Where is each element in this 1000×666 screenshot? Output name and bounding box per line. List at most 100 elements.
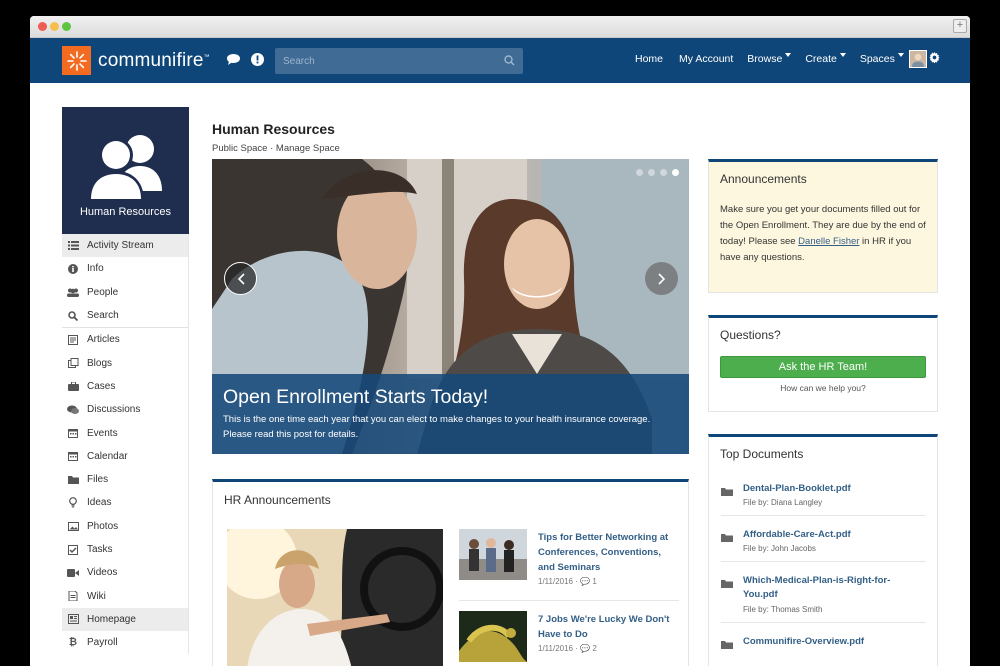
fullscreen-button[interactable]: +: [953, 19, 967, 33]
document-name[interactable]: Which-Medical-Plan-is-Right-for-You.pdf: [743, 574, 903, 602]
sidebar-item-photos[interactable]: Photos: [62, 515, 188, 538]
post-title[interactable]: 7 Jobs We're Lucky We Don't Have to Do: [538, 612, 678, 642]
search-icon[interactable]: [504, 55, 515, 69]
nav-spaces[interactable]: Spaces: [860, 53, 895, 65]
sidebar-item-label: Calendar: [87, 450, 128, 462]
sidebar-item-label: Events: [87, 427, 118, 439]
sidebar-item-homepage[interactable]: Homepage: [62, 607, 188, 632]
zoom-window-button[interactable]: [62, 22, 71, 31]
sidebar-item-tasks[interactable]: Tasks: [62, 538, 188, 561]
danelle-fisher-link[interactable]: Danelle Fisher: [798, 236, 859, 247]
list-icon: [67, 241, 79, 251]
hero-text: This is the one time each year that you …: [223, 414, 651, 440]
carousel-dot-active[interactable]: [672, 169, 679, 176]
sidebar-item-people[interactable]: People: [62, 281, 188, 304]
sidebar-item-label: Activity Stream: [87, 240, 154, 252]
document-name[interactable]: Affordable-Care-Act.pdf: [743, 528, 923, 542]
space-tile[interactable]: Human Resources: [62, 107, 189, 234]
nav-home[interactable]: Home: [635, 53, 663, 65]
announcements-text: Make sure you get your documents filled …: [720, 204, 926, 263]
questions-heading: Questions?: [720, 328, 781, 342]
calendar-icon: [67, 428, 79, 439]
nav-browse[interactable]: Browse: [747, 53, 782, 65]
search-box: [275, 48, 523, 74]
chat-bubble-icon[interactable]: [226, 53, 241, 69]
hero-title[interactable]: Open Enrollment Starts Today!: [223, 386, 678, 409]
sidebar-item-payroll[interactable]: ₿ Payroll: [62, 631, 188, 654]
sidebar-item-discussions[interactable]: Discussions: [62, 398, 188, 421]
hr-announcements-card: HR Announcements Tips for Better Network…: [212, 479, 689, 666]
carousel-dot[interactable]: [648, 169, 655, 176]
alert-icon[interactable]: [251, 53, 264, 69]
sidebar-item-wiki[interactable]: Wiki: [62, 584, 188, 607]
hero-carousel[interactable]: Open Enrollment Starts Today! This is th…: [212, 159, 689, 454]
chevron-left-icon: [237, 272, 245, 285]
homepage-icon: [67, 614, 79, 625]
sidebar-item-label: Cases: [87, 380, 116, 392]
space-menu: Activity Stream Info People Search Artic…: [62, 234, 189, 655]
post-thumbnail[interactable]: [459, 529, 527, 580]
top-documents-panel: Top Documents Dental-Plan-Booklet.pdf Fi…: [708, 434, 938, 666]
checkbox-icon: [67, 544, 79, 555]
carousel-indicators: [636, 169, 679, 176]
folder-icon: [721, 531, 733, 545]
post-thumbnail[interactable]: [459, 611, 527, 662]
document-name[interactable]: Dental-Plan-Booklet.pdf: [743, 482, 923, 496]
sidebar-item-info[interactable]: Info: [62, 257, 188, 280]
blog-icon: [67, 358, 79, 369]
hero-caption[interactable]: Open Enrollment Starts Today! This is th…: [212, 374, 689, 454]
people-icon: [88, 135, 162, 201]
gear-icon[interactable]: [929, 52, 940, 66]
bitcoin-icon: ₿: [68, 637, 78, 649]
sidebar-item-ideas[interactable]: Ideas: [62, 491, 188, 514]
wiki-icon: [67, 591, 79, 602]
window-titlebar: +: [30, 16, 970, 38]
carousel-next-button[interactable]: [645, 262, 678, 295]
minimize-window-button[interactable]: [50, 22, 59, 31]
sidebar-item-events[interactable]: Events: [62, 421, 188, 444]
brand-name[interactable]: communifire™: [98, 50, 210, 72]
document-name[interactable]: Communifire-Overview.pdf: [743, 635, 923, 649]
sidebar-item-calendar[interactable]: Calendar: [62, 445, 188, 468]
close-window-button[interactable]: [38, 22, 47, 31]
document-divider: [721, 622, 926, 623]
sidebar-item-label: People: [87, 286, 119, 298]
chevron-down-icon: [839, 53, 846, 57]
photo-icon: [67, 521, 79, 531]
carousel-dot[interactable]: [636, 169, 643, 176]
document-author: File by: John Jacobs: [743, 544, 816, 553]
sidebar-item-videos[interactable]: Videos: [62, 561, 188, 584]
announcements-heading: Announcements: [720, 172, 807, 186]
nav-create[interactable]: Create: [805, 53, 837, 65]
document-divider: [721, 515, 926, 516]
sidebar-item-search[interactable]: Search: [62, 304, 188, 327]
document-author: File by: Diana Langley: [743, 498, 823, 507]
questions-panel: Questions? Ask the HR Team! How can we h…: [708, 315, 938, 412]
communifire-logo-icon[interactable]: [62, 46, 91, 75]
featured-announcement-image[interactable]: [227, 529, 443, 666]
calendar-icon: [67, 451, 79, 462]
manage-space-link[interactable]: Manage Space: [276, 143, 340, 154]
ask-hr-team-button[interactable]: Ask the HR Team!: [720, 356, 926, 378]
search-input[interactable]: [275, 48, 523, 74]
sidebar-item-label: Photos: [87, 520, 119, 532]
sidebar-item-articles[interactable]: Articles: [62, 328, 188, 351]
carousel-prev-button[interactable]: [224, 262, 257, 295]
sidebar-item-files[interactable]: Files: [62, 468, 188, 491]
sidebar-item-blogs[interactable]: Blogs: [62, 351, 188, 374]
sidebar-item-label: Blogs: [87, 357, 113, 369]
main-nav: Home My Account Browse Create Spaces: [635, 53, 904, 65]
sidebar-item-activity-stream[interactable]: Activity Stream: [62, 234, 188, 258]
sidebar-item-label: Search: [87, 310, 119, 322]
carousel-dot[interactable]: [660, 169, 667, 176]
sidebar-item-label: Homepage: [87, 613, 136, 625]
post-meta: 1/11/2016 · 💬 1: [538, 577, 597, 586]
briefcase-icon: [67, 381, 79, 391]
sidebar-item-cases[interactable]: Cases: [62, 375, 188, 398]
lightbulb-icon: [67, 497, 79, 508]
comment-icon: 💬: [580, 644, 591, 653]
user-avatar[interactable]: [909, 50, 927, 68]
nav-my-account[interactable]: My Account: [679, 53, 733, 65]
post-title[interactable]: Tips for Better Networking at Conference…: [538, 530, 678, 575]
search-icon: [67, 310, 79, 321]
